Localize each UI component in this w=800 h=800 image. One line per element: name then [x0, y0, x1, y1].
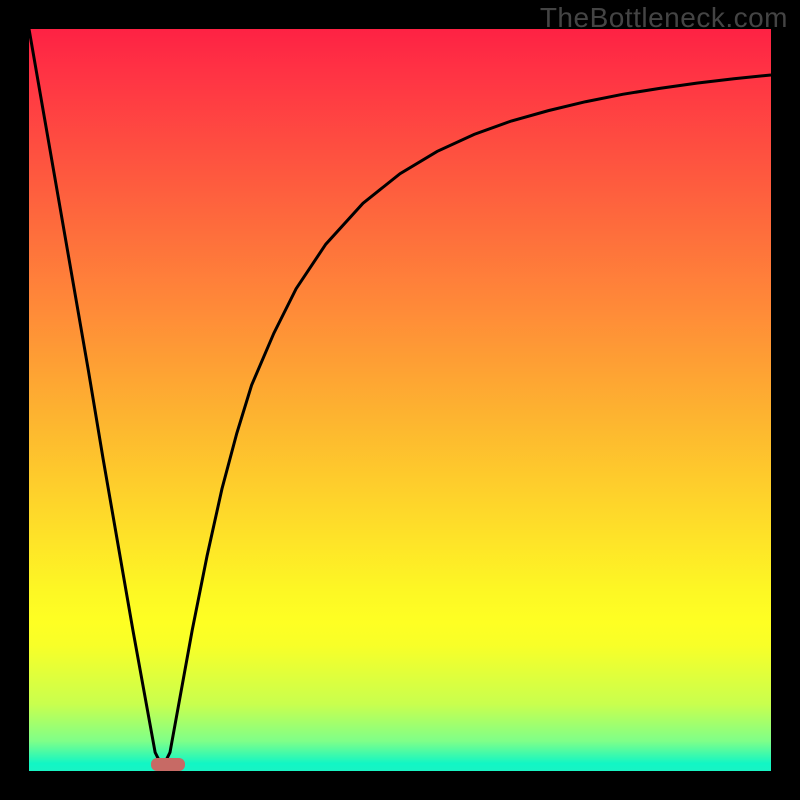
watermark-text: TheBottleneck.com [540, 2, 788, 34]
chart-container: TheBottleneck.com [0, 0, 800, 800]
bottleneck-curve [29, 29, 771, 771]
curve-path [29, 29, 771, 767]
plot-area [29, 29, 771, 771]
optimal-range-marker [151, 758, 184, 771]
